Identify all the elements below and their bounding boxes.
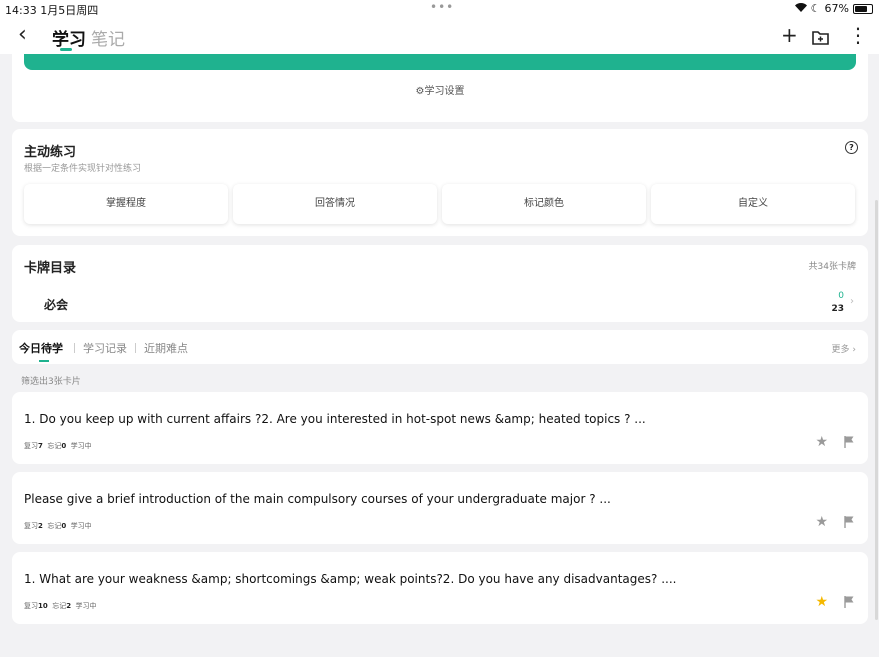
battery-icon — [853, 3, 873, 14]
catalog-title: 卡牌目录 — [24, 261, 77, 276]
tab-today[interactable]: 今日待学 — [19, 340, 63, 356]
back-button[interactable]: ‹ — [18, 22, 27, 47]
question-meta: 复习2 忘记0 学习中 — [24, 522, 92, 530]
study-tabs: 今日待学 学习记录 近期难点 更多 › — [12, 330, 868, 364]
nav-bar: ‹ 学习 笔记 + ⋮ — [0, 18, 879, 54]
option-custom[interactable]: 自定义 — [651, 184, 855, 224]
question-card[interactable]: 1. Do you keep up with current affairs ?… — [12, 392, 868, 464]
star-icon[interactable]: ★ — [815, 514, 828, 530]
tab-study[interactable]: 学习 — [52, 25, 86, 50]
folder-add-icon[interactable] — [812, 26, 829, 50]
more-link[interactable]: 更多 › — [832, 342, 856, 355]
tab-notes[interactable]: 笔记 — [91, 25, 125, 50]
tab-divider — [135, 343, 136, 353]
add-icon[interactable]: + — [781, 23, 798, 47]
question-meta: 复习10 忘记2 学习中 — [24, 602, 97, 610]
battery-percent: 67% — [824, 2, 849, 15]
scrollbar[interactable] — [875, 200, 878, 620]
flag-icon[interactable] — [844, 436, 854, 448]
star-icon[interactable]: ★ — [815, 434, 828, 450]
option-color-tag[interactable]: 标记颜色 — [442, 184, 646, 224]
practice-title: 主动练习 — [24, 145, 77, 160]
practice-subtitle: 根据一定条件实现针对性练习 — [24, 164, 142, 174]
tab-today-indicator — [39, 360, 49, 362]
more-menu-icon[interactable]: ⋮ — [848, 23, 868, 47]
flag-icon[interactable] — [844, 596, 854, 608]
tab-study-indicator — [60, 48, 72, 51]
deck-new-count: 0 — [838, 291, 844, 301]
wifi-icon — [794, 2, 807, 15]
active-practice-card: 主动练习 根据一定条件实现针对性练习 ? 掌握程度 回答情况 标记颜色 自定义 — [12, 129, 868, 236]
help-icon[interactable]: ? — [845, 141, 858, 154]
tab-records[interactable]: 学习记录 — [83, 340, 127, 356]
start-study-button[interactable] — [24, 54, 856, 70]
status-time: 14:33 1月5日周四 — [5, 4, 99, 17]
status-right: ☾ 67% — [794, 2, 873, 15]
question-text: Please give a brief introduction of the … — [24, 492, 611, 506]
question-text: 1. Do you keep up with current affairs ?… — [24, 412, 646, 426]
catalog-count: 共34张卡牌 — [808, 262, 856, 272]
tab-divider — [74, 343, 75, 353]
card-catalog: 卡牌目录 共34张卡牌 必会 0 23 › — [12, 245, 868, 322]
deck-name[interactable]: 必会 — [44, 296, 68, 313]
star-icon[interactable]: ★ — [815, 594, 828, 610]
study-settings-link[interactable]: ⚙学习设置 — [12, 82, 868, 97]
question-text: 1. What are your weakness &amp; shortcom… — [24, 572, 677, 586]
status-bar: 14:33 1月5日周四 ••• ☾ 67% — [0, 0, 879, 18]
option-mastery[interactable]: 掌握程度 — [24, 184, 228, 224]
chevron-right-icon[interactable]: › — [850, 296, 854, 307]
multitask-dots[interactable]: ••• — [430, 0, 454, 14]
study-start-card: ⚙学习设置 — [12, 54, 868, 122]
tab-difficult[interactable]: 近期难点 — [144, 340, 188, 356]
option-answers[interactable]: 回答情况 — [233, 184, 437, 224]
filter-summary: 筛选出3张卡片 — [21, 377, 81, 387]
question-meta: 复习7 忘记0 学习中 — [24, 442, 92, 450]
question-card[interactable]: 1. What are your weakness &amp; shortcom… — [12, 552, 868, 624]
moon-icon: ☾ — [810, 2, 821, 15]
question-card[interactable]: Please give a brief introduction of the … — [12, 472, 868, 544]
flag-icon[interactable] — [844, 516, 854, 528]
deck-due-count: 23 — [831, 304, 844, 314]
